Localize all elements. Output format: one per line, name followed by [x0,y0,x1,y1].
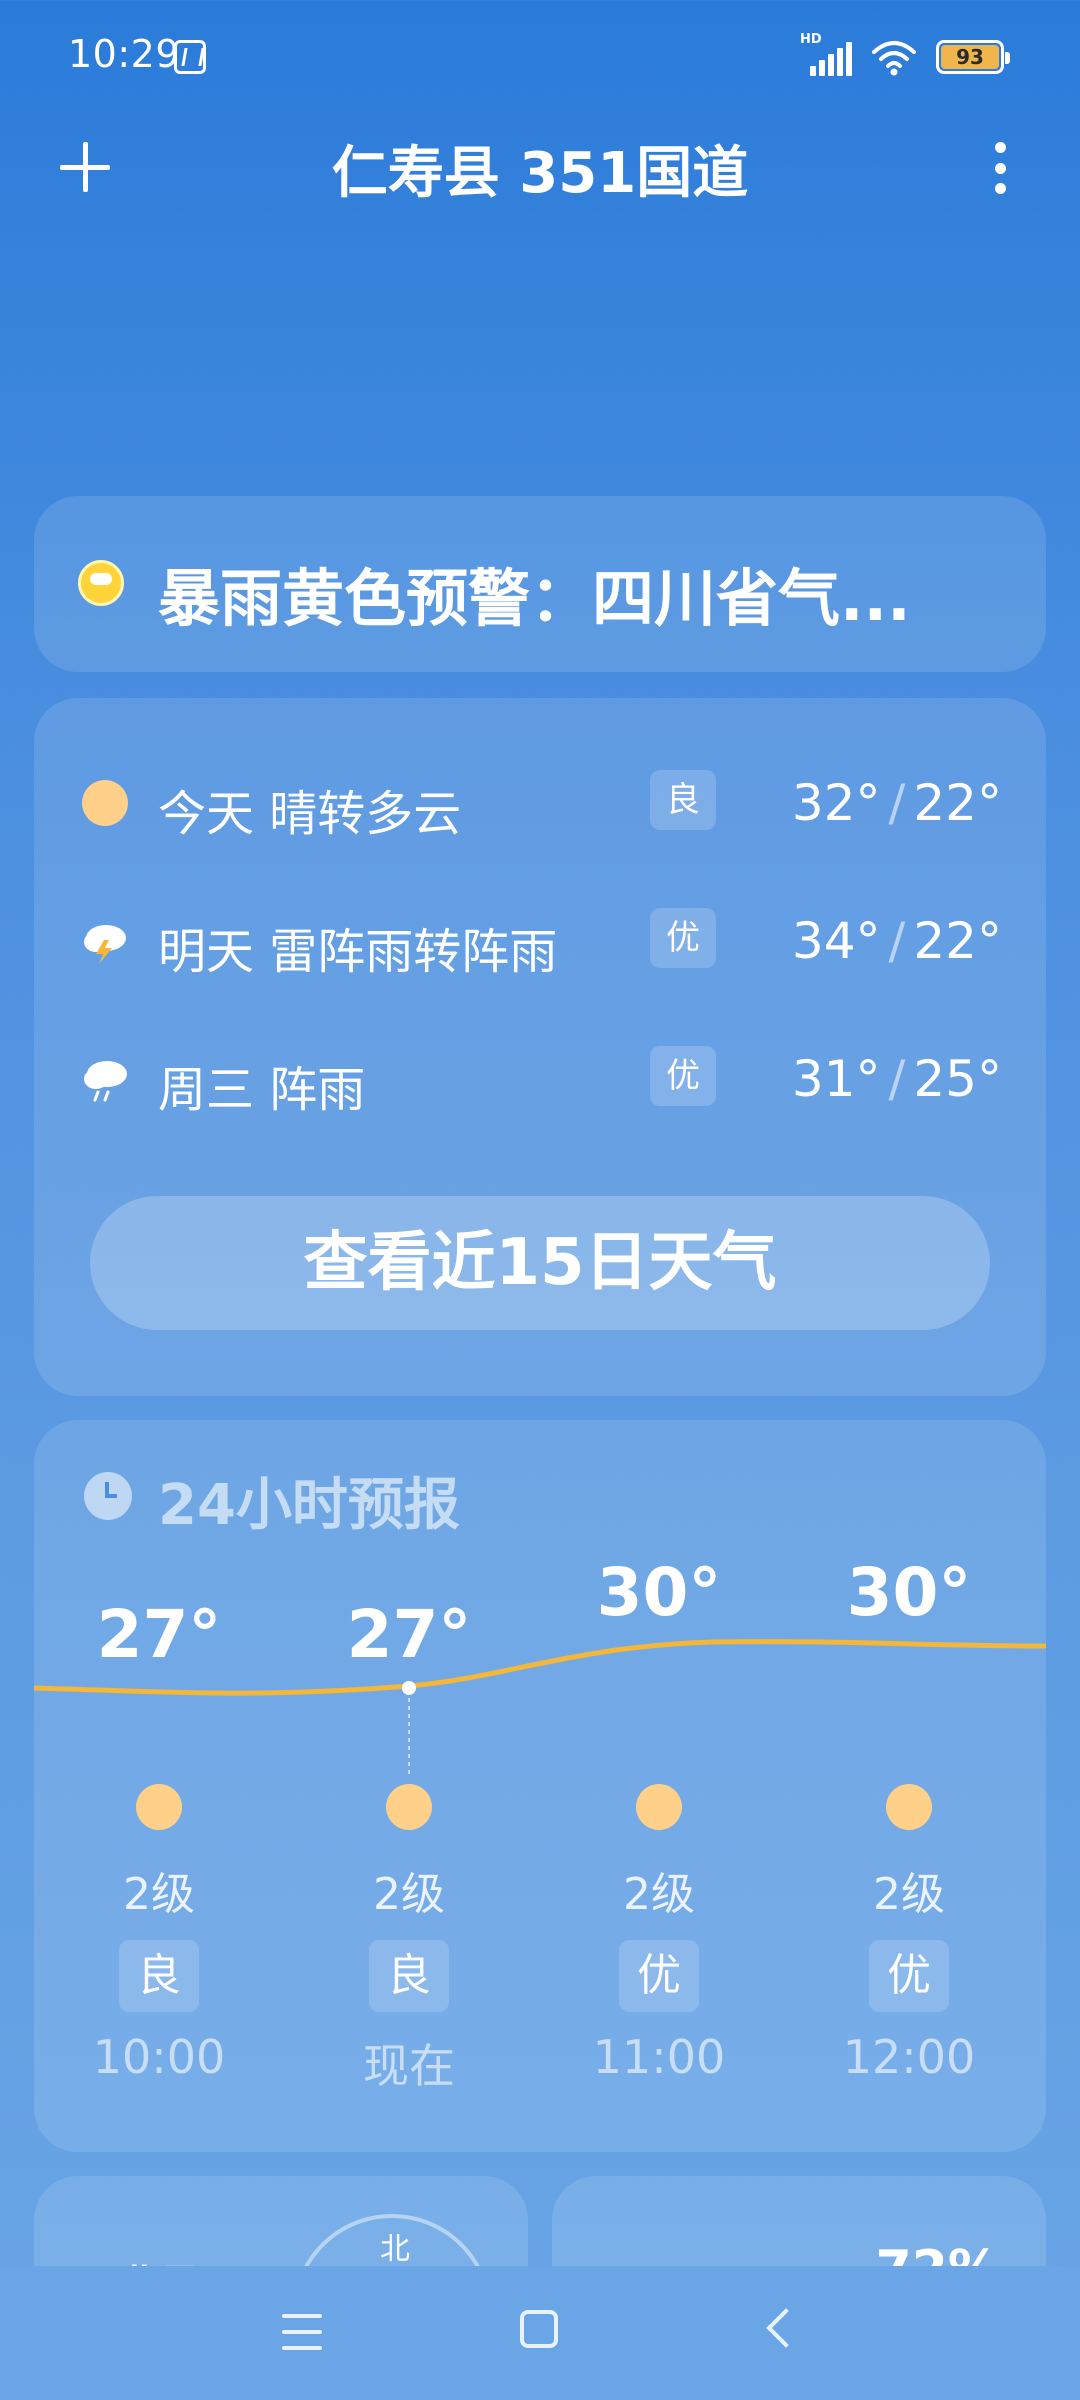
hour-temp: 27° [96,1596,222,1673]
hour-column-now[interactable]: 27° [309,1596,509,1673]
forecast-row-today[interactable]: 今天 晴转多云 良 32°/22° [34,758,1046,848]
hour-time: 10:00 [92,2030,226,2084]
status-bar: 10:29 HD 93 [0,0,1080,120]
day-label: 周三 阵雨 [158,1062,366,1118]
temp-high: 34° [791,912,881,970]
compass-north-label: 北 [380,2232,410,2267]
temperature-range: 31°/25° [792,1050,1002,1108]
day-label: 今天 晴转多云 [158,786,462,842]
system-nav-bar [0,2266,1080,2400]
aqi-badge: 优 [619,1940,699,2012]
day-label: 明天 雷阵雨转阵雨 [158,924,558,980]
temp-high: 31° [791,1050,881,1108]
hour-time: 现在 [363,2039,455,2093]
hour-column-10[interactable]: 27° [59,1596,259,1673]
shower-icon [84,1061,127,1102]
wind-level: 2级 [123,1869,195,1920]
sunny-icon [80,778,130,828]
wifi-icon [872,41,916,76]
status-icons: HD 93 [800,32,1010,76]
aqi-badge: 优 [650,1046,716,1106]
signal-icon: HD [800,32,852,76]
hour-column-12[interactable]: 30° [809,1554,1009,1631]
temp-high: 32° [791,774,881,832]
hour-details: 2级 良 10:00 [59,1784,259,2084]
aqi-badge: 优 [650,908,716,968]
weather-alert-card[interactable]: 暴雨黄色预警：四川省气... [34,496,1046,672]
aqi-badge: 良 [119,1940,199,2012]
aqi-badge: 良 [369,1940,449,2012]
thunderstorm-icon [84,925,126,964]
sunny-icon [636,1784,682,1830]
hour-temp: 30° [596,1554,722,1631]
temperature-range: 34°/22° [792,912,1002,970]
temp-low: 22° [913,912,1002,970]
view-15-day-button[interactable]: 查看近15日天气 [90,1196,990,1330]
back-icon[interactable] [766,2308,806,2348]
aqi-badge: 良 [650,770,716,830]
hour-details: 2级 良 现在 [309,1784,509,2096]
sunny-icon [136,1784,182,1830]
hour-temp: 30° [846,1554,972,1631]
temp-separator: / [888,774,906,832]
location-title: 仁寿县 351国道 [331,141,749,206]
temp-separator: / [888,912,906,970]
hourly-forecast-card: 24小时预报 27° 27° 30° 30° 2级 良 10:00 2级 良 现… [34,1420,1046,2152]
hour-temp: 27° [346,1596,472,1673]
forecast-row-wednesday[interactable]: 周三 阵雨 优 31°/25° [34,1034,1046,1124]
hour-details: 2级 优 12:00 [809,1784,1009,2084]
wind-level: 2级 [873,1869,945,1920]
forecast-row-tomorrow[interactable]: 明天 雷阵雨转阵雨 优 34°/22° [34,896,1046,986]
home-icon[interactable] [520,2310,558,2348]
daily-forecast-card: 今天 晴转多云 良 32°/22° 明天 雷阵雨转阵雨 优 34°/22° 周三… [34,698,1046,1396]
wind-level: 2级 [373,1869,445,1920]
alert-text: 暴雨黄色预警：四川省气... [158,562,911,635]
aqi-badge: 优 [869,1940,949,2012]
hour-time: 11:00 [592,2030,726,2084]
nfc-icon [174,40,206,74]
temp-separator: / [888,1050,906,1108]
status-time: 10:29 [68,32,181,76]
hour-details: 2级 优 11:00 [559,1784,759,2084]
temp-low: 22° [913,774,1002,832]
battery-level: 93 [941,45,999,69]
hour-column-11[interactable]: 30° [559,1554,759,1631]
now-indicator-dot [402,1681,416,1695]
temp-low: 25° [913,1050,1002,1108]
wind-level: 2级 [623,1869,695,1920]
battery-icon: 93 [936,40,1010,74]
sunny-icon [886,1784,932,1830]
hour-time: 12:00 [842,2030,976,2084]
more-menu-button[interactable] [980,138,1020,198]
temperature-range: 32°/22° [792,774,1002,832]
sunny-icon [386,1784,432,1830]
rainstorm-alert-icon [78,560,124,606]
menu-icon[interactable] [282,2314,322,2350]
